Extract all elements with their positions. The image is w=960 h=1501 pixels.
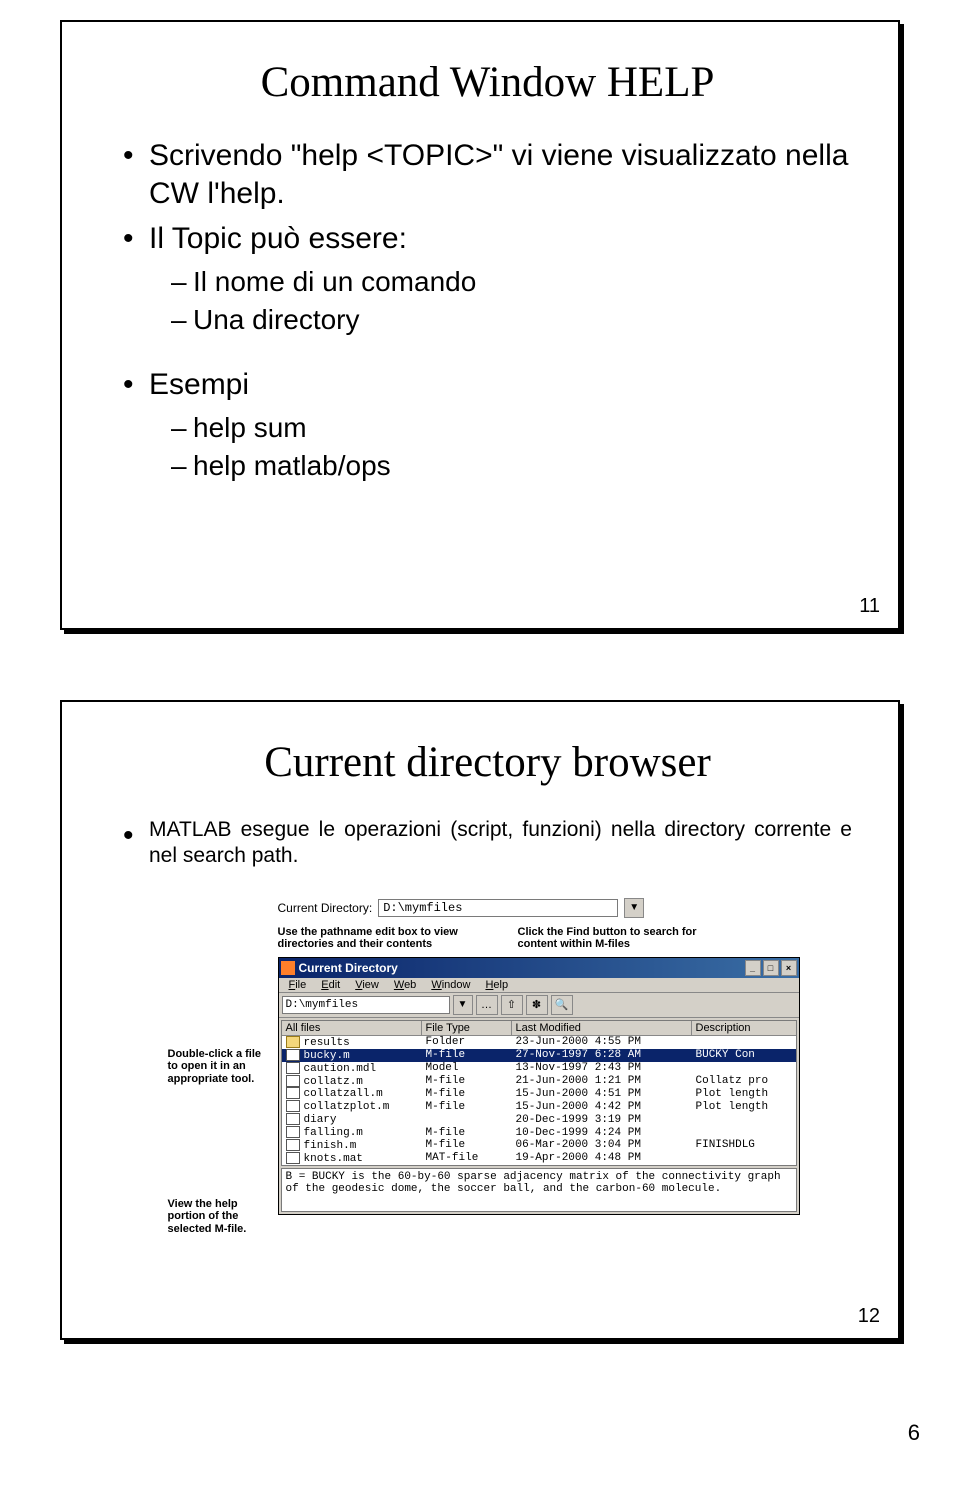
current-dir-label: Current Directory: [278,901,373,915]
col-filetype[interactable]: File Type [422,1021,512,1035]
file-row[interactable]: falling.mM-file10-Dec-1999 4:24 PM [282,1126,796,1139]
slide-2: Current directory browser MATLAB esegue … [60,700,900,1340]
callout-viewhelp: View the help portion of the selected M-… [168,1198,268,1236]
callout-pathname: Use the pathname edit box to view direct… [278,926,478,951]
file-icon [286,1126,300,1138]
toolbar-path-input[interactable]: D:\mymfiles [282,996,450,1014]
find-icon[interactable]: 🔍 [551,995,573,1015]
slide2-bullet: MATLAB esegue le operazioni (script, fun… [123,817,858,870]
col-allfiles[interactable]: All files [282,1021,422,1035]
slide1-bullet1: Scrivendo "help <TOPIC>" vi viene visual… [123,137,858,212]
file-icon [286,1152,300,1164]
file-icon [286,1075,300,1087]
slide1-bullet2-text: Il Topic può essere: [149,222,407,255]
slide-1: Command Window HELP Scrivendo "help <TOP… [60,20,900,630]
slide1-number: 11 [859,595,880,618]
file-icon [286,1049,300,1061]
file-list: All files File Type Last Modified Descri… [281,1020,797,1166]
slide1-sub2a: Il nome di un comando [171,264,858,300]
screenshot-mock: Current Directory: D:\mymfiles ▼ Use the… [168,898,808,1215]
slide1-bullet3-text: Esempi [149,368,249,401]
file-icon [286,1139,300,1151]
file-row[interactable]: knots.matMAT-file19-Apr-2000 4:48 PM [282,1152,796,1165]
toolbar-path-dropdown-icon[interactable]: ▼ [453,995,473,1015]
file-icon [286,1113,300,1125]
file-row[interactable]: collatzall.mM-file15-Jun-2000 4:51 PMPlo… [282,1087,796,1100]
new-folder-icon[interactable]: ✽ [526,995,548,1015]
file-row[interactable]: finish.mM-file06-Mar-2000 3:04 PMFINISHD… [282,1139,796,1152]
file-row[interactable]: diary20-Dec-1999 3:19 PM [282,1113,796,1126]
folder-icon [286,1036,300,1048]
slide1-title: Command Window HELP [117,58,858,107]
top-callouts: Use the pathname edit box to view direct… [278,926,808,951]
slide2-number: 12 [858,1305,880,1328]
browse-button[interactable]: … [476,995,498,1015]
window-titlebar: Current Directory _ □ × [279,958,799,978]
slide2-title: Current directory browser [117,738,858,787]
slide2-body: MATLAB esegue le operazioni (script, fun… [149,817,852,870]
slide1-bullet3: Esempi help sum help matlab/ops [123,366,858,484]
menu-edit[interactable]: Edit [315,979,346,991]
file-row[interactable]: collatz.mM-file21-Jun-2000 1:21 PMCollat… [282,1075,796,1088]
slide1-sub3b: help matlab/ops [171,448,858,484]
menu-view[interactable]: View [349,979,385,991]
minimize-button[interactable]: _ [745,960,761,976]
close-button[interactable]: × [781,960,797,976]
slide1-sub2b: Una directory [171,302,858,338]
current-dir-dropdown-icon[interactable]: ▼ [624,898,644,918]
slide1-sub3a: help sum [171,410,858,446]
file-icon [286,1087,300,1099]
callout-find: Click the Find button to search for cont… [518,926,718,951]
current-dir-input[interactable]: D:\mymfiles [378,899,618,917]
toolbar: D:\mymfiles ▼ … ⇧ ✽ 🔍 [279,993,799,1018]
menu-window[interactable]: Window [425,979,476,991]
page-number: 6 [908,1420,920,1446]
callout-doubleclick: Double-click a file to open it in an app… [168,1048,268,1086]
current-dir-row: Current Directory: D:\mymfiles ▼ [278,898,808,918]
menubar: FileEditViewWebWindowHelp [279,978,799,993]
app-icon [281,961,295,975]
file-row[interactable]: collatzplot.mM-file15-Jun-2000 4:42 PMPl… [282,1100,796,1113]
help-preview: B = BUCKY is the 60-by-60 sparse adjacen… [281,1168,797,1212]
menu-help[interactable]: Help [479,979,514,991]
file-icon [286,1100,300,1112]
col-lastmod[interactable]: Last Modified [512,1021,692,1035]
file-row[interactable]: caution.mdlModel13-Nov-1997 2:43 PM [282,1062,796,1075]
slide1-bullet2: Il Topic può essere: Il nome di un coman… [123,220,858,338]
file-list-header: All files File Type Last Modified Descri… [282,1021,796,1036]
col-desc[interactable]: Description [692,1021,796,1035]
file-row[interactable]: resultsFolder23-Jun-2000 4:55 PM [282,1036,796,1049]
maximize-button[interactable]: □ [763,960,779,976]
current-directory-window: Current Directory _ □ × FileEditViewWebW… [278,957,800,1215]
up-folder-icon[interactable]: ⇧ [501,995,523,1015]
file-icon [286,1062,300,1074]
menu-web[interactable]: Web [388,979,422,991]
window-title: Current Directory [299,961,398,975]
file-row[interactable]: bucky.mM-file27-Nov-1997 6:28 AMBUCKY Co… [282,1049,796,1062]
menu-file[interactable]: File [283,979,313,991]
